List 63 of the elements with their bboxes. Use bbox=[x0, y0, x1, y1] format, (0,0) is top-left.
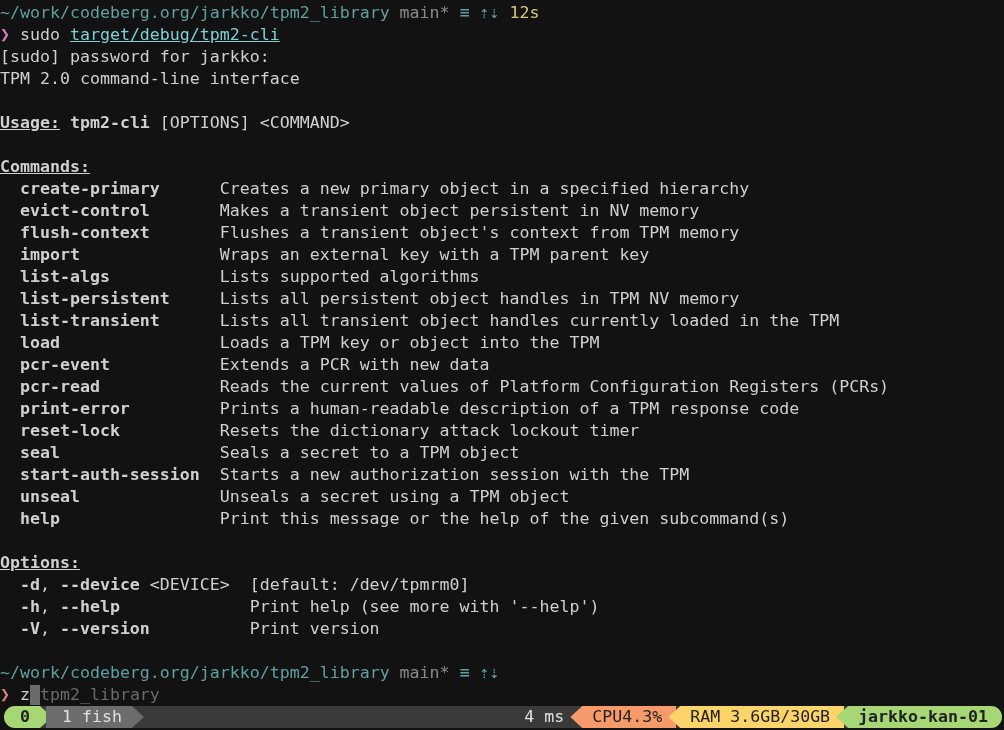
usage-heading: Usage: bbox=[0, 112, 60, 134]
command-name: flush-context bbox=[19, 223, 150, 242]
option-description: [default: /dev/tpmrm0] bbox=[249, 574, 470, 596]
command-duration: 12s bbox=[509, 2, 540, 24]
command-name: list-transient bbox=[19, 311, 160, 330]
command-name: start-auth-session bbox=[19, 465, 200, 484]
command-description: Prints a human-readable description of a TPM response code bbox=[219, 398, 800, 420]
command-name: print-error bbox=[19, 399, 130, 418]
usage-arguments: [OPTIONS] <COMMAND> bbox=[159, 112, 350, 134]
command-name: list-algs bbox=[19, 267, 110, 286]
command-description: Lists supported algorithms bbox=[219, 266, 480, 288]
command-description: Wraps an external key with a TPM parent key bbox=[219, 244, 650, 266]
command-description: Resets the dictionary attack lockout timer bbox=[219, 420, 640, 442]
option-description: Print version bbox=[249, 618, 380, 640]
command-description: Starts a new authorization session with the TPM bbox=[219, 464, 690, 486]
status-segment: RAM 3.6GB/30GB bbox=[668, 706, 845, 728]
command-text: sudo bbox=[20, 24, 60, 46]
option-description: Print help (see more with '--help') bbox=[249, 596, 600, 618]
directory-path: ~/work/codeberg.org/jarkko/tpm2_library bbox=[0, 2, 390, 24]
command-description: Seals a secret to a TPM object bbox=[219, 442, 520, 464]
command-name: help bbox=[19, 509, 60, 528]
command-path: target/debug/tpm2-cli bbox=[69, 24, 280, 46]
option-flags: -d, --device <DEVICE> bbox=[19, 575, 230, 594]
command-name: import bbox=[19, 245, 80, 264]
command-name: reset-lock bbox=[19, 421, 120, 440]
command-description: Makes a transient object persistent in NV memory bbox=[219, 200, 700, 222]
command-name: pcr-read bbox=[19, 377, 100, 396]
options-heading: Options: bbox=[0, 552, 80, 574]
command-name: list-persistent bbox=[19, 289, 170, 308]
git-status: ≡ ⇡⇣ bbox=[459, 2, 500, 24]
prompt-symbol: ❯ bbox=[0, 24, 10, 46]
git-branch: main* bbox=[399, 2, 450, 24]
command-description: Lists all transient object handles currently loaded in the TPM bbox=[219, 310, 840, 332]
command-description: Flushes a transient object's context from TPM memory bbox=[219, 222, 740, 244]
git-status: ≡ ⇡⇣ bbox=[459, 662, 500, 684]
text-cursor bbox=[30, 685, 40, 705]
option-flags: -h, --help bbox=[19, 597, 120, 616]
program-name: tpm2-cli bbox=[69, 112, 150, 134]
typed-input[interactable]: z bbox=[20, 684, 30, 706]
command-description: Unseals a secret using a TPM object bbox=[219, 486, 570, 508]
command-description: Print this message or the help of the given subcommand(s) bbox=[219, 508, 790, 530]
command-name: pcr-event bbox=[19, 355, 110, 374]
command-description: Reads the current values of Platform Configuration Registers (PCRs) bbox=[219, 376, 890, 398]
command-name: seal bbox=[19, 443, 60, 462]
command-name: evict-control bbox=[19, 201, 150, 220]
command-name: unseal bbox=[19, 487, 80, 506]
command-description: Creates a new primary object in a specified hierarchy bbox=[219, 178, 750, 200]
status-segment: CPU4.3% bbox=[570, 706, 677, 728]
output-line: TPM 2.0 command-line interface bbox=[0, 68, 300, 90]
directory-path: ~/work/codeberg.org/jarkko/tpm2_library bbox=[0, 662, 390, 684]
status-segment: 1 fish bbox=[46, 706, 144, 728]
command-name: load bbox=[19, 333, 60, 352]
command-name: create-primary bbox=[19, 179, 160, 198]
prompt-symbol: ❯ bbox=[0, 684, 10, 706]
output-line: [sudo] password for jarkko: bbox=[0, 46, 270, 68]
command-description: Loads a TPM key or object into the TPM bbox=[219, 332, 600, 354]
commands-heading: Commands: bbox=[0, 156, 90, 178]
command-description: Lists all persistent object handles in TPM NV memory bbox=[219, 288, 740, 310]
autosuggestion: tpm2_library bbox=[39, 684, 160, 706]
option-flags: -V, --version bbox=[19, 619, 150, 638]
status-segment: jarkko-kan-01 bbox=[836, 706, 1002, 728]
git-branch: main* bbox=[399, 662, 450, 684]
command-description: Extends a PCR with new data bbox=[219, 354, 490, 376]
